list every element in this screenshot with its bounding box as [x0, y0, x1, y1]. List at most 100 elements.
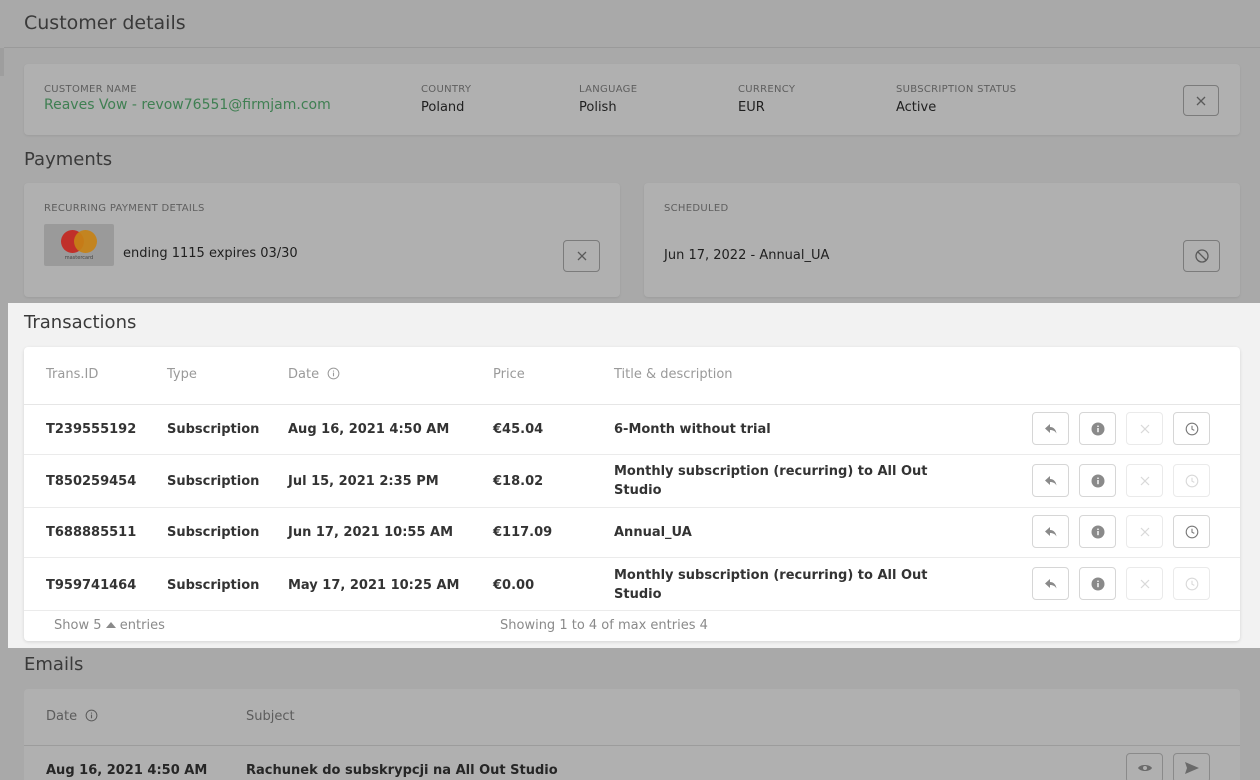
remove-card-button[interactable] — [563, 240, 600, 272]
scheduled-entry: Jun 17, 2022 - Annual_UA — [664, 248, 830, 263]
col-date[interactable]: Date — [288, 367, 340, 382]
trans-type: Subscription — [167, 578, 260, 593]
trans-type: Subscription — [167, 422, 260, 437]
table-row[interactable]: T850259454 Subscription Jul 15, 2021 2:3… — [24, 455, 1240, 508]
close-icon — [1140, 476, 1149, 485]
country-value: Poland — [421, 100, 465, 115]
card-details-text: ending 1115 expires 03/30 — [123, 246, 298, 261]
scheduled-payment-card: SCHEDULED Jun 17, 2022 - Annual_UA — [644, 183, 1240, 297]
trans-price: €117.09 — [493, 525, 553, 540]
trans-id: T850259454 — [46, 474, 137, 489]
col-type[interactable]: Type — [167, 367, 197, 382]
email-subject: Rachunek do subskrypcji na All Out Studi… — [246, 763, 558, 778]
history-button[interactable] — [1173, 567, 1210, 600]
col-trans-id[interactable]: Trans.ID — [46, 367, 98, 382]
resend-email-button[interactable] — [1173, 753, 1210, 780]
table-row[interactable]: T959741464 Subscription May 17, 2021 10:… — [24, 558, 1240, 611]
cancel-transaction-button[interactable] — [1126, 567, 1163, 600]
info-icon — [1091, 474, 1104, 487]
close-icon — [1196, 96, 1206, 105]
view-email-button[interactable] — [1126, 753, 1163, 780]
refund-button[interactable] — [1032, 515, 1069, 548]
col-title-description[interactable]: Title & description — [614, 367, 733, 382]
details-button[interactable] — [1079, 464, 1116, 497]
col-email-subject[interactable]: Subject — [246, 709, 295, 724]
emails-title: Emails — [24, 654, 84, 675]
trans-type: Subscription — [167, 474, 260, 489]
history-button[interactable] — [1173, 515, 1210, 548]
scheduled-date: Jun 17, 2022 — [664, 248, 747, 263]
eye-icon — [1137, 765, 1152, 771]
clock-icon — [1185, 422, 1198, 435]
cancel-transaction-button[interactable] — [1126, 412, 1163, 445]
trans-title: 6-Month without trial — [614, 422, 771, 437]
col-price[interactable]: Price — [493, 367, 525, 382]
clock-icon — [1185, 525, 1198, 538]
trans-id: T688885511 — [46, 525, 137, 540]
customer-details-header: Customer details — [4, 0, 1260, 48]
transactions-table: Trans.ID Type Date Price Title & descrip… — [24, 347, 1240, 641]
close-icon — [1140, 527, 1149, 536]
info-icon — [1091, 577, 1104, 590]
details-button[interactable] — [1079, 567, 1116, 600]
trans-price: €45.04 — [493, 422, 544, 437]
emails-table: Date Subject Aug 16, 2021 4:50 AM Rachun… — [24, 689, 1240, 780]
reply-icon — [1044, 578, 1056, 588]
email-date: Aug 16, 2021 4:50 AM — [46, 763, 208, 778]
col-email-date[interactable]: Date — [46, 709, 98, 724]
trans-type: Subscription — [167, 525, 260, 540]
details-button[interactable] — [1079, 412, 1116, 445]
trans-date: Aug 16, 2021 4:50 AM — [288, 422, 450, 437]
info-circle-icon[interactable] — [85, 709, 98, 722]
transactions-title: Transactions — [24, 312, 137, 333]
history-button[interactable] — [1173, 464, 1210, 497]
customer-name-label: CUSTOMER NAME — [44, 84, 137, 95]
language-label: LANGUAGE — [579, 84, 638, 95]
info-icon — [1091, 525, 1104, 538]
customer-name-value[interactable]: Reaves Vow - revow76551@firmjam.com — [44, 97, 331, 113]
reply-icon — [1044, 423, 1056, 433]
close-icon — [1140, 579, 1149, 588]
history-button[interactable] — [1173, 412, 1210, 445]
close-icon — [577, 251, 586, 261]
page-size-selector[interactable]: Show 5 entries — [54, 618, 165, 633]
caret-up-icon — [105, 622, 116, 628]
details-button[interactable] — [1079, 515, 1116, 548]
refund-button[interactable] — [1032, 412, 1069, 445]
subscription-status-value: Active — [896, 100, 937, 115]
currency-value: EUR — [738, 100, 765, 115]
trans-id: T959741464 — [46, 578, 137, 593]
close-icon — [1140, 424, 1149, 433]
block-icon — [1194, 249, 1209, 263]
payments-title: Payments — [24, 149, 113, 170]
info-icon — [1091, 422, 1104, 435]
refund-button[interactable] — [1032, 567, 1069, 600]
trans-date: Jul 15, 2021 2:35 PM — [288, 474, 439, 489]
trans-title: Annual_UA — [614, 525, 692, 540]
subscription-status-label: SUBSCRIPTION STATUS — [896, 84, 1017, 95]
trans-date: Jun 17, 2021 10:55 AM — [288, 525, 454, 540]
table-row[interactable]: T688885511 Subscription Jun 17, 2021 10:… — [24, 508, 1240, 558]
left-edge-strip — [0, 48, 4, 76]
cancel-transaction-button[interactable] — [1126, 464, 1163, 497]
clock-icon — [1185, 474, 1198, 487]
cancel-transaction-button[interactable] — [1126, 515, 1163, 548]
cancel-scheduled-button[interactable] — [1183, 240, 1220, 272]
scheduled-plan: Annual_UA — [759, 248, 830, 263]
language-value: Polish — [579, 100, 617, 115]
trans-title: Monthly subscription (recurring) to All … — [614, 568, 928, 602]
country-label: COUNTRY — [421, 84, 472, 95]
mastercard-logo: mastercard — [44, 224, 114, 266]
close-customer-button[interactable] — [1183, 85, 1219, 116]
table-row[interactable]: T239555192 Subscription Aug 16, 2021 4:5… — [24, 405, 1240, 455]
trans-title: Monthly subscription (recurring) to All … — [614, 464, 928, 498]
reply-icon — [1044, 526, 1056, 536]
send-icon — [1184, 762, 1199, 774]
page-title: Customer details — [24, 12, 186, 34]
info-circle-icon[interactable] — [327, 367, 340, 380]
refund-button[interactable] — [1032, 464, 1069, 497]
customer-info-card: CUSTOMER NAME Reaves Vow - revow76551@fi… — [24, 64, 1240, 135]
transactions-panel: Transactions Trans.ID Type Date Price Ti… — [8, 303, 1260, 648]
currency-label: CURRENCY — [738, 84, 796, 95]
recurring-payment-label: RECURRING PAYMENT DETAILS — [44, 203, 205, 214]
